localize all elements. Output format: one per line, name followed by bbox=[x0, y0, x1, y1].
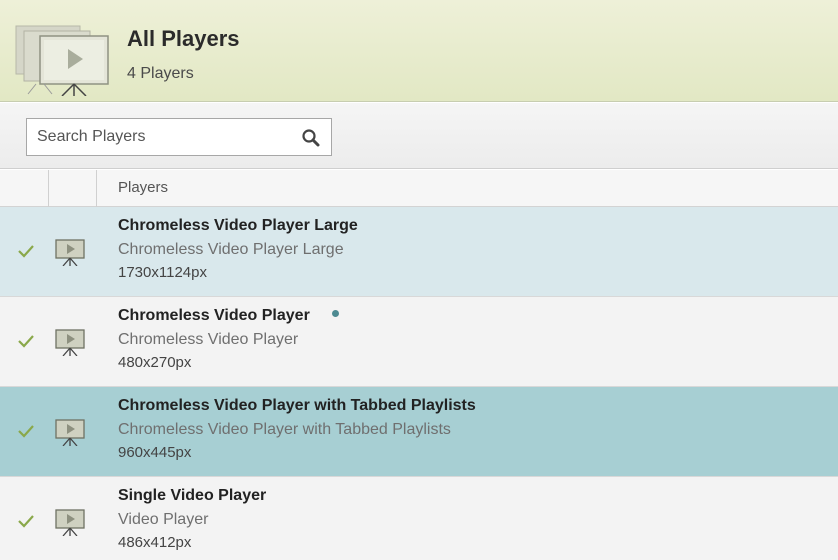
player-description: Chromeless Video Player with Tabbed Play… bbox=[118, 421, 451, 438]
video-player-stack-icon bbox=[15, 25, 109, 96]
player-size: 960x445px bbox=[118, 444, 192, 461]
search-icon[interactable] bbox=[301, 128, 321, 148]
check-icon bbox=[18, 335, 34, 348]
player-name: Chromeless Video Player bbox=[118, 307, 310, 324]
player-description: Chromeless Video Player bbox=[118, 331, 299, 348]
check-icon bbox=[18, 425, 34, 438]
search-input[interactable] bbox=[37, 119, 287, 155]
player-size: 486x412px bbox=[118, 534, 192, 551]
status-dot-icon bbox=[331, 310, 339, 318]
player-description: Chromeless Video Player Large bbox=[118, 241, 344, 258]
column-title-players[interactable]: Players bbox=[118, 179, 168, 196]
video-player-icon bbox=[55, 419, 85, 446]
player-description: Video Player bbox=[118, 511, 209, 528]
player-size: 480x270px bbox=[118, 354, 192, 371]
check-icon bbox=[18, 515, 34, 528]
search-toolbar bbox=[0, 103, 838, 169]
video-player-icon bbox=[55, 509, 85, 536]
table-header: Players bbox=[0, 170, 838, 207]
player-name: Single Video Player bbox=[118, 487, 267, 504]
table-row[interactable]: Single Video Player Video Player 486x412… bbox=[0, 477, 838, 560]
table-row[interactable]: Chromeless Video Player Large Chromeless… bbox=[0, 207, 838, 297]
player-name: Chromeless Video Player with Tabbed Play… bbox=[118, 397, 476, 414]
players-header: All Players 4 Players bbox=[0, 0, 838, 102]
check-icon bbox=[18, 245, 34, 258]
player-name: Chromeless Video Player Large bbox=[118, 217, 358, 234]
video-player-icon bbox=[55, 239, 85, 266]
player-size: 1730x1124px bbox=[118, 264, 207, 281]
player-name-wrapper: Chromeless Video Player bbox=[118, 307, 339, 325]
table-row-selected[interactable]: Chromeless Video Player with Tabbed Play… bbox=[0, 387, 838, 477]
player-count: 4 Players bbox=[127, 65, 194, 82]
page-title: All Players bbox=[127, 26, 240, 51]
search-box[interactable] bbox=[26, 118, 332, 156]
video-player-icon bbox=[55, 329, 85, 356]
column-divider bbox=[48, 170, 49, 207]
table-row[interactable]: Chromeless Video Player Chromeless Video… bbox=[0, 297, 838, 387]
column-divider bbox=[96, 170, 97, 207]
